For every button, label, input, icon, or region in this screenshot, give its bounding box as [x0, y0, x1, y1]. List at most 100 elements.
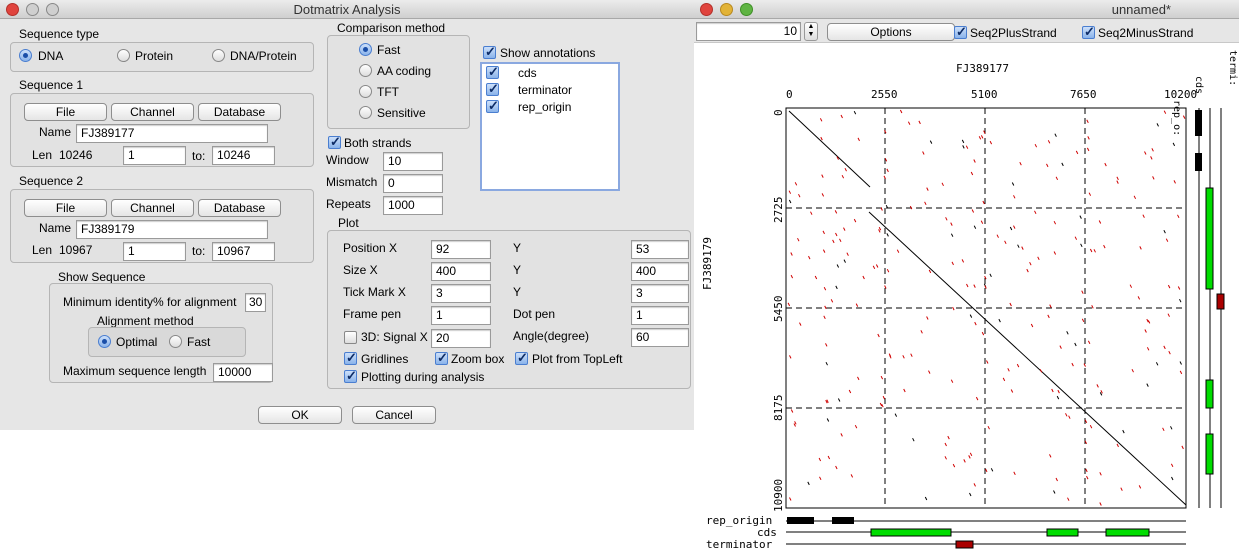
tick-x-input[interactable]: 3: [431, 284, 491, 303]
annotation-rep-origin-label: rep_origin: [518, 100, 572, 114]
plot-topleft-label: Plot from TopLeft: [532, 352, 623, 366]
sequence-type-label: Sequence type: [19, 27, 100, 41]
seq1-to-label: to:: [192, 149, 206, 163]
dotmatrix-dialog: Dotmatrix Analysis Sequence type DNA Pro…: [0, 0, 694, 430]
annotation-cds-label: cds: [518, 66, 537, 80]
frame-pen-input[interactable]: 1: [431, 306, 491, 325]
zoom-box-checkbox[interactable]: [435, 350, 448, 366]
annotation-terminator-label: terminator: [518, 83, 573, 97]
size-y-input[interactable]: 400: [631, 262, 689, 281]
radio-dna-label: DNA: [38, 49, 64, 63]
seq1-name-input[interactable]: FJ389177: [76, 124, 268, 143]
both-strands-checkbox[interactable]: [328, 134, 341, 150]
tick-y-input[interactable]: 3: [631, 284, 689, 303]
plot-label: Plot: [338, 216, 359, 230]
max-length-input[interactable]: 10000: [213, 363, 273, 382]
seq2-len-label: Len: [32, 243, 53, 257]
alignment-method-label: Alignment method: [97, 314, 194, 328]
signal-3d-checkbox[interactable]: [344, 331, 357, 344]
radio-aa-coding[interactable]: [359, 64, 372, 77]
alignment-method-group: [88, 327, 246, 357]
position-y-label: Y: [513, 241, 522, 255]
radio-cmp-fast[interactable]: [359, 43, 372, 56]
show-annotations-label: Show annotations: [500, 46, 596, 60]
seq2-name-label: Name: [39, 221, 72, 235]
repeats-label: Repeats: [326, 197, 371, 211]
cancel-button[interactable]: Cancel: [352, 406, 436, 424]
seq2-to-label: to:: [192, 244, 206, 258]
mismatch-label: Mismatch: [326, 175, 378, 189]
seq2-from-input[interactable]: 1: [123, 242, 186, 261]
dotplot-window: unnamed* 10 ▲▼ Options Seq2PlusStrand Se…: [694, 0, 1239, 559]
right-track-label: rep_o:: [1171, 100, 1182, 137]
seq1-channel-button[interactable]: Channel: [111, 103, 194, 121]
annotation-terminator-checkbox[interactable]: [486, 81, 499, 97]
minimize-window-icon[interactable]: [26, 3, 39, 16]
radio-sensitive-label: Sensitive: [377, 106, 426, 120]
position-x-label: Position X: [343, 241, 398, 255]
zoom-window-icon[interactable]: [46, 3, 59, 16]
radio-dna[interactable]: [19, 49, 32, 62]
both-strands-label: Both strands: [344, 136, 412, 150]
position-y-input[interactable]: 53: [631, 240, 689, 259]
tick-y-label: Y: [513, 285, 522, 299]
seq1-to-input[interactable]: 10246: [212, 146, 275, 165]
seq2-to-input[interactable]: 10967: [212, 242, 275, 261]
gridlines-checkbox[interactable]: [344, 350, 357, 366]
mismatch-input[interactable]: 0: [383, 174, 443, 193]
annotation-cds-checkbox[interactable]: [486, 64, 499, 80]
min-identity-label: Minimum identity% for alignment: [63, 295, 237, 309]
dot-pen-input[interactable]: 1: [631, 306, 689, 325]
angle-label: Angle(degree): [513, 329, 590, 343]
min-identity-input[interactable]: 30: [245, 293, 266, 312]
close-window-icon[interactable]: [6, 3, 19, 16]
show-annotations-checkbox[interactable]: [483, 44, 496, 60]
seq1-name-label: Name: [39, 125, 72, 139]
radio-cmp-fast-label: Fast: [377, 43, 401, 57]
seq1-from-input[interactable]: 1: [123, 146, 186, 165]
size-x-input[interactable]: 400: [431, 262, 491, 281]
plotting-during-checkbox[interactable]: [344, 368, 357, 384]
seq2-len-value: 10967: [59, 243, 93, 257]
ok-button[interactable]: OK: [258, 406, 342, 424]
radio-tft[interactable]: [359, 85, 372, 98]
angle-input[interactable]: 60: [631, 328, 689, 347]
dialog-titlebar: Dotmatrix Analysis: [0, 0, 694, 19]
seq2-name-input[interactable]: FJ389179: [76, 220, 268, 239]
window-input[interactable]: 10: [383, 152, 443, 171]
radio-optimal-label: Optimal: [116, 335, 158, 349]
sequence2-label: Sequence 2: [19, 174, 84, 188]
seq1-database-button[interactable]: Database: [198, 103, 281, 121]
annotations-list[interactable]: [480, 62, 620, 191]
radio-protein[interactable]: [117, 49, 130, 62]
comparison-method-label: Comparison method: [337, 21, 446, 35]
radio-align-fast[interactable]: [169, 335, 182, 348]
plot-topleft-checkbox[interactable]: [515, 350, 528, 366]
annotation-rep-origin-checkbox[interactable]: [486, 98, 499, 114]
radio-sensitive[interactable]: [359, 106, 372, 119]
position-x-input[interactable]: 92: [431, 240, 491, 259]
dialog-title: Dotmatrix Analysis: [293, 2, 401, 17]
dot-pen-label: Dot pen: [513, 307, 556, 321]
seq2-file-button[interactable]: File: [24, 199, 107, 217]
seq2-database-button[interactable]: Database: [198, 199, 281, 217]
sequence1-label: Sequence 1: [19, 78, 84, 92]
plotting-during-label: Plotting during analysis: [361, 370, 485, 384]
signal-x-input[interactable]: 20: [431, 329, 491, 348]
radio-dna-protein[interactable]: [212, 49, 225, 62]
gridlines-label: Gridlines: [361, 352, 409, 366]
seq1-file-button[interactable]: File: [24, 103, 107, 121]
repeats-input[interactable]: 1000: [383, 196, 443, 215]
seq1-len-label: Len: [32, 148, 53, 162]
tick-x-label: Tick Mark X: [343, 285, 406, 299]
radio-optimal[interactable]: [98, 335, 111, 348]
window-label: Window: [326, 153, 369, 167]
dotplot-canvas[interactable]: [694, 0, 1239, 559]
seq1-len-value: 10246: [59, 148, 93, 162]
radio-aa-coding-label: AA coding: [377, 64, 432, 78]
right-annotation-tracks: [1195, 108, 1225, 508]
radio-protein-label: Protein: [135, 49, 174, 63]
max-length-label: Maximum sequence length: [63, 364, 207, 378]
show-sequence-label: Show Sequence: [58, 270, 146, 284]
seq2-channel-button[interactable]: Channel: [111, 199, 194, 217]
